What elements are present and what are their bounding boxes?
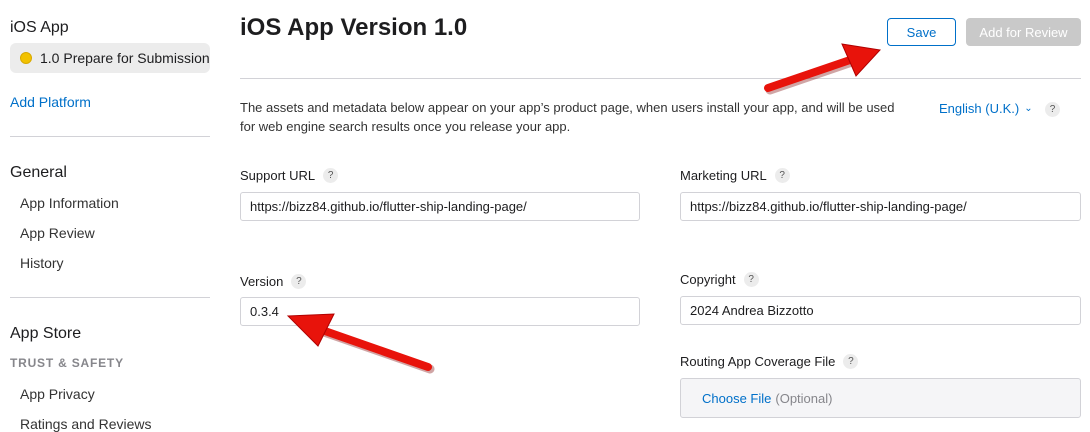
choose-file-button[interactable]: Choose File	[702, 391, 771, 406]
add-platform-link[interactable]: Add Platform	[10, 94, 91, 110]
help-icon[interactable]: ?	[774, 168, 790, 183]
sidebar-item-app-information[interactable]: App Information	[20, 195, 119, 211]
sidebar-divider	[10, 297, 210, 298]
routing-file-label-row: Routing App Coverage File ?	[680, 354, 859, 369]
version-input[interactable]: 0.3.4	[240, 297, 640, 326]
version-label: Version	[240, 274, 284, 289]
language-label: English (U.K.)	[939, 101, 1020, 116]
marketing-url-input[interactable]: https://bizz84.github.io/flutter-ship-la…	[680, 192, 1081, 221]
page-title: iOS App Version 1.0	[240, 14, 468, 41]
copyright-input[interactable]: 2024 Andrea Bizzotto	[680, 296, 1081, 325]
arrow-to-save-icon	[764, 43, 882, 95]
sidebar-item-history[interactable]: History	[20, 255, 64, 271]
support-url-label-row: Support URL ?	[240, 168, 339, 183]
page-description: The assets and metadata below appear on …	[240, 100, 895, 134]
optional-hint: (Optional)	[775, 390, 833, 406]
help-icon[interactable]: ?	[291, 274, 307, 289]
support-url-input[interactable]: https://bizz84.github.io/flutter-ship-la…	[240, 192, 640, 221]
language-selector[interactable]: English (U.K.) ⌄	[939, 101, 1033, 116]
chevron-down-icon: ⌄	[1024, 103, 1033, 114]
sidebar-divider	[10, 136, 210, 137]
version-status-item[interactable]: 1.0 Prepare for Submission	[10, 43, 210, 73]
help-icon[interactable]: ?	[743, 272, 759, 287]
version-label-row: Version ?	[240, 274, 307, 289]
sidebar-item-ratings-reviews[interactable]: Ratings and Reviews	[20, 416, 152, 432]
routing-file-label: Routing App Coverage File	[680, 354, 836, 369]
sidebar-item-app-privacy[interactable]: App Privacy	[20, 386, 95, 402]
help-icon[interactable]: ?	[1045, 102, 1060, 117]
header-divider	[240, 78, 1081, 79]
sidebar-item-app-review[interactable]: App Review	[20, 225, 95, 241]
add-for-review-button[interactable]: Add for Review	[966, 18, 1081, 46]
section-title-general: General	[10, 164, 67, 181]
sidebar: iOS App 1.0 Prepare for Submission Add P…	[0, 0, 222, 432]
save-button[interactable]: Save	[887, 18, 956, 46]
help-icon[interactable]: ?	[323, 168, 339, 183]
support-url-label: Support URL	[240, 168, 316, 183]
copyright-label: Copyright	[680, 272, 736, 287]
subsection-trust-safety: TRUST & SAFETY	[10, 356, 124, 370]
routing-file-dropzone[interactable]: Choose File (Optional)	[680, 378, 1081, 418]
app-title: iOS App	[10, 19, 69, 36]
section-title-app-store: App Store	[10, 325, 82, 342]
help-icon[interactable]: ?	[843, 354, 859, 369]
status-dot-icon	[20, 52, 32, 64]
version-status-label: 1.0 Prepare for Submission	[40, 50, 210, 66]
marketing-url-label: Marketing URL	[680, 168, 767, 183]
marketing-url-label-row: Marketing URL ?	[680, 168, 790, 183]
copyright-label-row: Copyright ?	[680, 272, 759, 287]
